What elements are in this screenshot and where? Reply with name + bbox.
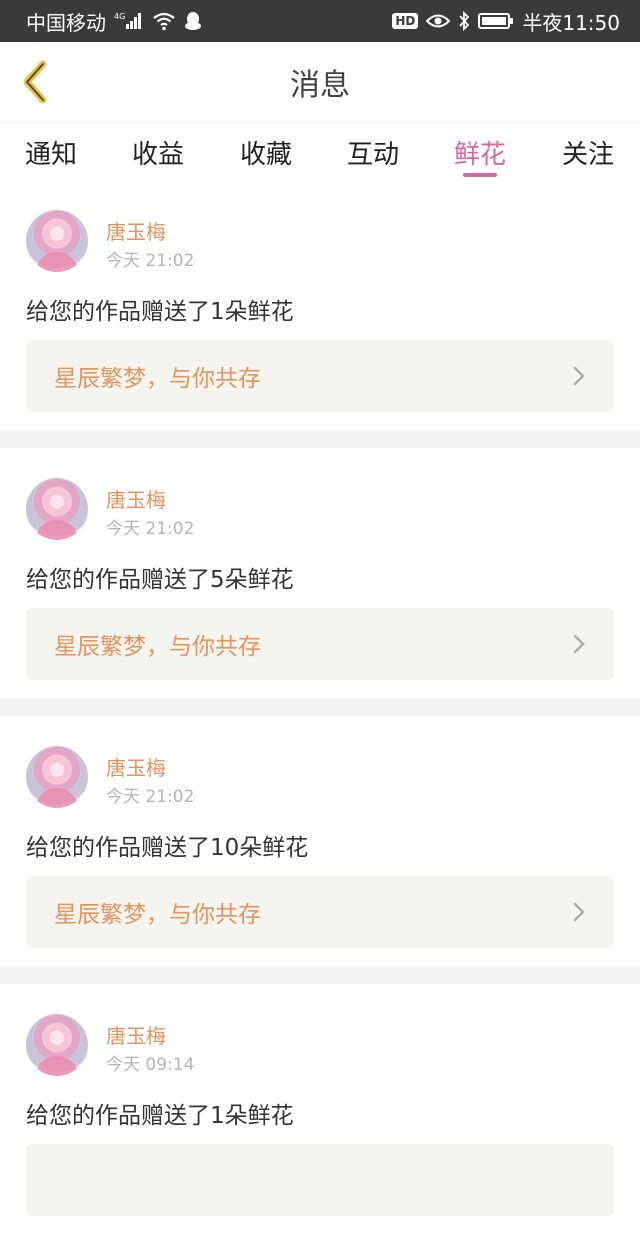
divider [0, 698, 640, 716]
tab-favorites[interactable]: 收藏 [216, 123, 316, 181]
message-time: 今天 09:14 [106, 1055, 195, 1075]
work-title: 星辰繁梦，与你共存 [54, 366, 261, 392]
carrier-label: 中国移动 [26, 10, 106, 35]
message-time: 今天 21:02 [106, 251, 195, 271]
sender-name[interactable]: 唐玉梅 [106, 752, 166, 781]
page-title: 消息 [290, 68, 350, 103]
status-time: 半夜11:50 [522, 10, 620, 35]
message-time: 今天 21:02 [106, 519, 195, 539]
top-nav-bar: 消息 [0, 42, 640, 122]
chevron-left-icon [23, 60, 47, 104]
sender-name[interactable]: 唐玉梅 [106, 1020, 166, 1049]
signal-icon: 4G [114, 11, 144, 31]
message-time: 今天 21:02 [106, 787, 195, 807]
list-item: 唐玉梅 今天 21:02 给您的作品赠送了1朵鲜花 星辰繁梦，与你共存 [0, 180, 640, 430]
list-item: 唐玉梅 今天 09:14 给您的作品赠送了1朵鲜花 [0, 984, 640, 1234]
avatar[interactable] [26, 1014, 88, 1076]
chevron-right-icon [570, 365, 588, 387]
avatar[interactable] [26, 210, 88, 272]
work-link-card[interactable]: 星辰繁梦，与你共存 [26, 340, 614, 412]
tab-follows[interactable]: 关注 [538, 123, 638, 181]
message-list: 唐玉梅 今天 21:02 给您的作品赠送了1朵鲜花 星辰繁梦，与你共存 唐玉梅 … [0, 180, 640, 1234]
work-title: 星辰繁梦，与你共存 [54, 634, 261, 660]
work-link-card[interactable]: 星辰繁梦，与你共存 [26, 876, 614, 948]
sender-name[interactable]: 唐玉梅 [106, 216, 166, 245]
message-text: 给您的作品赠送了1朵鲜花 [26, 1103, 294, 1129]
sender-name[interactable]: 唐玉梅 [106, 484, 166, 513]
network-type-label: 4G [114, 12, 125, 21]
divider [0, 430, 640, 448]
avatar[interactable] [26, 746, 88, 808]
tab-interactions[interactable]: 互动 [323, 123, 423, 181]
bluetooth-icon [458, 11, 470, 31]
work-link-card[interactable] [26, 1144, 614, 1216]
message-text: 给您的作品赠送了10朵鲜花 [26, 835, 309, 861]
divider [0, 966, 640, 984]
chevron-right-icon [570, 901, 588, 923]
message-text: 给您的作品赠送了5朵鲜花 [26, 567, 294, 593]
tab-flowers[interactable]: 鲜花 [430, 123, 530, 181]
tab-notifications[interactable]: 通知 [1, 123, 101, 181]
message-tabs: 通知 收益 收藏 互动 鲜花 关注 [0, 122, 640, 181]
wifi-icon [152, 11, 176, 31]
list-item: 唐玉梅 今天 21:02 给您的作品赠送了10朵鲜花 星辰繁梦，与你共存 [0, 716, 640, 966]
work-link-card[interactable]: 星辰繁梦，与你共存 [26, 608, 614, 680]
avatar[interactable] [26, 478, 88, 540]
list-item: 唐玉梅 今天 21:02 给您的作品赠送了5朵鲜花 星辰繁梦，与你共存 [0, 448, 640, 698]
eye-icon [426, 13, 451, 29]
hd-icon: HD [392, 13, 419, 29]
battery-icon [478, 12, 514, 30]
chevron-right-icon [570, 633, 588, 655]
back-button[interactable] [14, 58, 58, 106]
status-bar: 中国移动 4G HD 半夜11:50 [0, 0, 640, 42]
qq-penguin-icon [184, 11, 202, 31]
tab-earnings[interactable]: 收益 [108, 123, 208, 181]
work-title: 星辰繁梦，与你共存 [54, 902, 261, 928]
message-text: 给您的作品赠送了1朵鲜花 [26, 299, 294, 325]
